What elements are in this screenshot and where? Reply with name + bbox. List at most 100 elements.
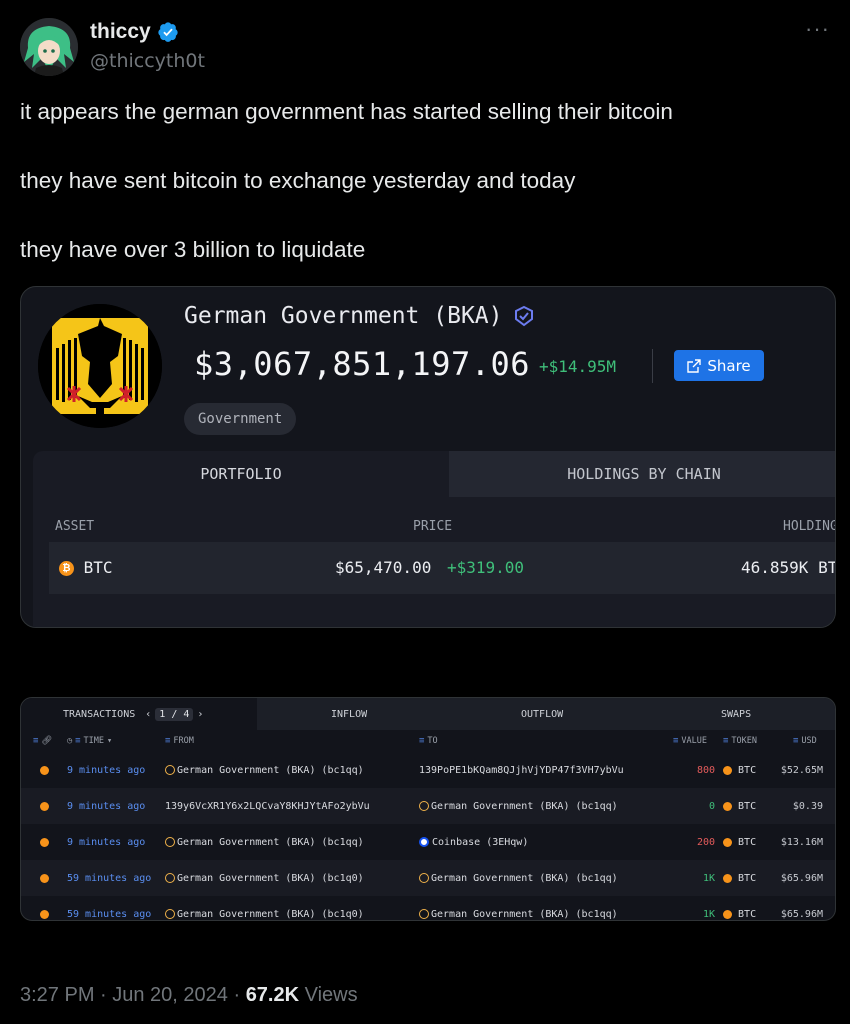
- entity-icon: [165, 873, 175, 883]
- entity-value-change: +$14.95M: [539, 357, 617, 376]
- to-cell[interactable]: German Government (BKA) (bc1qq): [419, 873, 618, 884]
- to-cell[interactable]: German Government (BKA) (bc1qq): [419, 801, 618, 812]
- to-tag: (bc1qq): [575, 873, 618, 884]
- avatar[interactable]: [20, 18, 78, 76]
- tab-inflow[interactable]: INFLOW: [331, 698, 367, 730]
- to-cell[interactable]: Coinbase (3EHqw): [419, 837, 528, 848]
- entity-type-tag: Government: [184, 403, 297, 435]
- entity-portfolio-image[interactable]: German Government (BKA) $3,067,851,197.0…: [20, 286, 836, 628]
- value-cell: 800: [696, 765, 715, 776]
- tab-portfolio[interactable]: PORTFOLIO: [33, 451, 449, 497]
- value-cell: 1K: [702, 873, 715, 884]
- from-cell[interactable]: German Government (BKA) (bc1qq): [165, 765, 364, 776]
- display-name-text[interactable]: thiccy: [90, 20, 151, 44]
- tweet-line-1: it appears the german government has sta…: [20, 99, 673, 124]
- token-cell[interactable]: BTC: [723, 837, 756, 848]
- column-header-holding[interactable]: HOLDING: [783, 519, 835, 534]
- token-symbol: BTC: [738, 909, 757, 920]
- usd-cell: $0.39: [792, 801, 823, 812]
- btc-icon: [723, 765, 732, 775]
- column-header-time[interactable]: ◷ ≡ TIME ▾: [67, 736, 112, 746]
- to-address: Coinbase: [432, 837, 481, 848]
- table-row[interactable]: 9 minutes ago German Government (BKA) (bc…: [21, 824, 835, 860]
- time-cell[interactable]: 59 minutes ago: [67, 873, 151, 884]
- to-label: TO: [427, 736, 438, 746]
- tab-holdings-by-chain[interactable]: HOLDINGS BY CHAIN: [449, 451, 835, 497]
- value-cell: 0: [708, 801, 715, 812]
- tab-transactions[interactable]: TRANSACTIONS ‹ 1 / 4 ›: [21, 698, 257, 730]
- to-tag: (3EHqw): [486, 837, 529, 848]
- column-header-token[interactable]: ≡ TOKEN: [723, 736, 757, 746]
- entity-icon: [419, 909, 429, 919]
- time-cell[interactable]: 9 minutes ago: [67, 801, 145, 812]
- to-cell[interactable]: 139PoPE1bKQam8QJjhVjYDP47f3VH7ybVu: [419, 765, 624, 776]
- token-cell[interactable]: BTC: [723, 801, 756, 812]
- tweet-timestamp[interactable]: 3:27 PM · Jun 20, 2024 ·: [20, 984, 246, 1006]
- from-cell[interactable]: German Government (BKA) (bc1qq): [165, 837, 364, 848]
- token-cell[interactable]: BTC: [723, 873, 756, 884]
- from-tag: (bc1q0): [321, 909, 364, 920]
- share-button[interactable]: Share: [674, 350, 764, 381]
- chevron-down-icon: ▾: [107, 736, 113, 746]
- value-cell: 1K: [702, 909, 715, 920]
- from-cell[interactable]: German Government (BKA) (bc1q0): [165, 873, 364, 884]
- table-row[interactable]: 9 minutes ago 139y6VcXR1Y6x2LQCvaY8KHJYtA…: [21, 788, 835, 824]
- btc-icon: [723, 909, 732, 919]
- token-symbol: BTC: [738, 765, 757, 776]
- column-header-asset[interactable]: ASSET: [55, 519, 94, 534]
- from-address: German Government (BKA): [177, 765, 316, 776]
- handle[interactable]: @thiccyth0t: [90, 50, 205, 72]
- btc-icon: [723, 873, 732, 883]
- column-header-price[interactable]: PRICE: [413, 519, 452, 534]
- from-cell[interactable]: German Government (BKA) (bc1q0): [165, 909, 364, 920]
- tab-swaps[interactable]: SWAPS: [721, 698, 751, 730]
- transactions-tabs: TRANSACTIONS ‹ 1 / 4 › INFLOW OUTFLOW SW…: [21, 698, 835, 730]
- from-cell[interactable]: 139y6VcXR1Y6x2LQCvaY8KHJYtAFo2ybVu: [165, 801, 370, 812]
- tab-transactions-label: TRANSACTIONS: [63, 708, 136, 720]
- chain-cell: [40, 765, 49, 776]
- table-row[interactable]: 59 minutes ago German Government (BKA) (b…: [21, 860, 835, 896]
- table-row[interactable]: 59 minutes ago German Government (BKA) (b…: [21, 896, 835, 920]
- from-address: 139y6VcXR1Y6x2LQCvaY8KHJYtAFo2ybVu: [165, 801, 370, 812]
- value-label: VALUE: [681, 736, 708, 746]
- asset-cell: ₿ BTC: [59, 558, 113, 577]
- transactions-image[interactable]: TRANSACTIONS ‹ 1 / 4 › INFLOW OUTFLOW SW…: [20, 697, 836, 921]
- more-options-icon[interactable]: ···: [805, 16, 830, 42]
- token-cell[interactable]: BTC: [723, 765, 756, 776]
- from-tag: (bc1qq): [321, 765, 364, 776]
- entity-name-text: German Government (BKA): [184, 303, 503, 329]
- transactions-header: ≡ 🔗︎ ◷ ≡ TIME ▾ ≡ FROM ≡ TO ≡ VALUE ≡ TO…: [21, 730, 835, 752]
- next-page-icon[interactable]: ›: [197, 709, 203, 720]
- tab-outflow[interactable]: OUTFLOW: [521, 698, 563, 730]
- column-header-value[interactable]: ≡ VALUE: [673, 736, 707, 746]
- token-symbol: BTC: [738, 873, 757, 884]
- table-row[interactable]: 9 minutes ago German Government (BKA) (bc…: [21, 752, 835, 788]
- value-cell: 200: [696, 837, 715, 848]
- bitcoin-chain-icon: [40, 909, 49, 919]
- author-names: thiccy @thiccyth0t: [90, 20, 205, 72]
- column-header-usd[interactable]: ≡ USD: [793, 736, 817, 746]
- column-header-to[interactable]: ≡ TO: [419, 736, 438, 746]
- usd-cell: $65.96M: [780, 873, 823, 884]
- time-cell[interactable]: 9 minutes ago: [67, 765, 145, 776]
- column-header-from[interactable]: ≡ FROM: [165, 736, 194, 746]
- token-cell[interactable]: BTC: [723, 909, 756, 920]
- chain-cell: [40, 837, 49, 848]
- chain-filter[interactable]: ≡ 🔗︎: [33, 736, 52, 746]
- to-cell[interactable]: German Government (BKA) (bc1qq): [419, 909, 618, 920]
- from-address: German Government (BKA): [177, 909, 316, 920]
- filter-icon: ≡: [165, 736, 171, 746]
- time-cell[interactable]: 59 minutes ago: [67, 909, 151, 920]
- table-row[interactable]: ₿ BTC $65,470.00 +$319.00 46.859K BT: [49, 542, 835, 594]
- entity-icon: [165, 837, 175, 847]
- entity-verified-icon: [514, 305, 533, 327]
- bitcoin-chain-icon: [40, 837, 49, 847]
- to-address: 139PoPE1bKQam8QJjhVjYDP47f3VH7ybVu: [419, 765, 624, 776]
- display-name[interactable]: thiccy: [90, 20, 205, 44]
- entity-icon: [419, 873, 429, 883]
- clock-icon: ◷: [67, 736, 73, 746]
- time-cell[interactable]: 9 minutes ago: [67, 837, 145, 848]
- bitcoin-chain-icon: [40, 765, 49, 775]
- prev-page-icon[interactable]: ‹: [145, 709, 151, 720]
- share-button-label: Share: [707, 356, 751, 375]
